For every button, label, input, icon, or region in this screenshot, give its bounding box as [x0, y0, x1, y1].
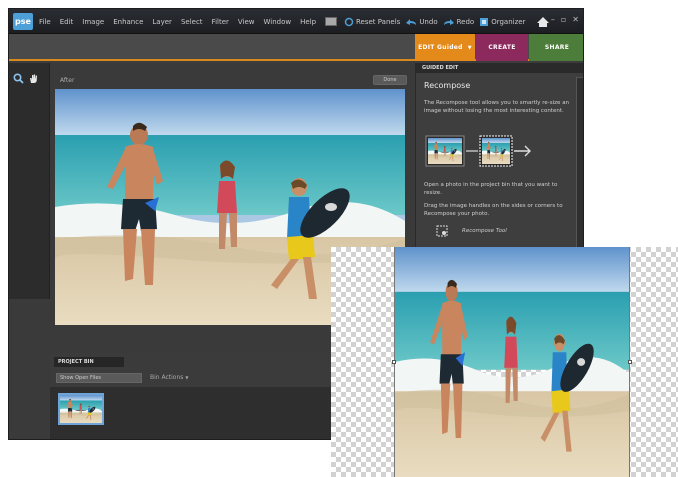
instruction-step-2: Drag the image handles on the sides or c…: [424, 203, 563, 217]
tab-edit-label: EDIT Guided: [418, 44, 463, 51]
menu-enhance[interactable]: Enhance: [113, 18, 143, 26]
app-logo: pse: [13, 13, 33, 30]
window-controls: – ▫ ✕: [551, 15, 579, 24]
redo-icon: [443, 18, 454, 25]
zoom-icon[interactable]: [13, 73, 24, 84]
guided-edit-header: GUIDED EDIT: [416, 63, 583, 73]
bin-actions-menu[interactable]: Bin Actions ▼: [150, 374, 188, 381]
menu-image[interactable]: Image: [82, 18, 104, 26]
done-button[interactable]: Done: [373, 75, 407, 85]
menu-select[interactable]: Select: [181, 18, 203, 26]
tab-share[interactable]: SHARE: [529, 34, 583, 61]
show-files-select[interactable]: Show Open Files: [56, 373, 142, 383]
reset-panels-button[interactable]: Reset Panels: [344, 17, 400, 27]
reset-panels-icon: [344, 17, 354, 26]
redo-button[interactable]: Redo: [443, 17, 475, 26]
undo-button[interactable]: Undo: [405, 17, 438, 26]
recompose-tool-button[interactable]: Recompose Tool: [436, 225, 507, 237]
thumbnail-image: [60, 395, 102, 423]
restore-icon[interactable]: ▫: [561, 15, 566, 24]
panel-description: The Recompose tool allows you to smartly…: [424, 100, 570, 114]
resize-handle-left[interactable]: [392, 360, 396, 364]
tab-edit-guided[interactable]: EDIT Guided ▼: [415, 34, 475, 61]
panel-title: Recompose: [424, 81, 471, 90]
tool-group: [13, 73, 39, 84]
recompose-diagram: [425, 135, 531, 167]
reset-panels-label: Reset Panels: [356, 17, 401, 26]
home-icon[interactable]: [536, 16, 550, 28]
redo-label: Redo: [456, 17, 475, 26]
organizer-label: Organizer: [491, 17, 526, 26]
chevron-down-icon: ▼: [185, 375, 189, 380]
recomposed-photo[interactable]: [394, 247, 630, 477]
options-bar: EDIT Guided ▼ CREATE SHARE: [9, 34, 583, 61]
main-menu: File Edit Image Enhance Layer Select Fil…: [39, 9, 338, 34]
menu-view[interactable]: View: [238, 18, 255, 26]
chevron-down-icon: ▼: [467, 44, 472, 51]
recompose-result-overlay: [331, 247, 678, 477]
menu-layer[interactable]: Layer: [152, 18, 172, 26]
menu-edit[interactable]: Edit: [60, 18, 74, 26]
instruction-step-1: Open a photo in the project bin that you…: [424, 182, 558, 196]
tools-panel: [9, 63, 50, 439]
photo-thumbnail[interactable]: [58, 393, 104, 425]
hand-icon[interactable]: [28, 73, 39, 84]
view-label: After: [60, 77, 75, 84]
menu-window[interactable]: Window: [264, 18, 292, 26]
undo-label: Undo: [419, 17, 438, 26]
menu-bar: pse File Edit Image Enhance Layer Select…: [9, 9, 583, 34]
toolbar: Reset Panels Undo Redo Organizer: [344, 9, 550, 34]
organizer-icon: [480, 17, 489, 26]
recomposed-photo-image: [395, 247, 629, 477]
resize-handle-right[interactable]: [628, 360, 632, 364]
recompose-tool-label: Recompose Tool: [462, 228, 507, 234]
project-bin-tab[interactable]: PROJECT BIN: [54, 357, 124, 367]
organizer-button[interactable]: Organizer: [479, 17, 525, 27]
menu-help[interactable]: Help: [300, 18, 316, 26]
undo-icon: [406, 18, 417, 25]
tools-panel-lower: [9, 299, 50, 439]
close-icon[interactable]: ✕: [572, 15, 579, 24]
minimize-icon[interactable]: –: [551, 15, 555, 24]
panel-scrollbar[interactable]: [576, 77, 583, 267]
recompose-tool-icon: [436, 225, 448, 237]
menu-filter[interactable]: Filter: [212, 18, 229, 26]
bin-actions-label: Bin Actions: [150, 374, 184, 381]
layout-grid-icon[interactable]: [325, 17, 338, 26]
menu-file[interactable]: File: [39, 18, 51, 26]
tab-create[interactable]: CREATE: [476, 34, 528, 61]
